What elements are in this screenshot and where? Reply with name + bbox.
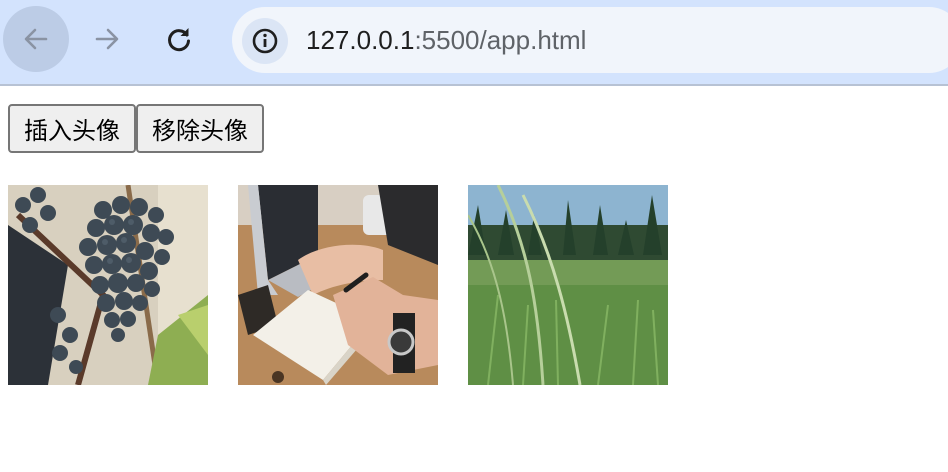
remove-avatar-button[interactable]: 移除头像 [136, 104, 264, 153]
forward-button[interactable] [74, 6, 140, 72]
reload-button[interactable] [146, 6, 212, 72]
reload-icon [168, 28, 190, 52]
arrow-right-icon [95, 28, 119, 50]
url-path: :5500/app.html [414, 25, 587, 55]
site-info-button[interactable] [242, 18, 288, 64]
info-icon [252, 28, 278, 54]
insert-avatar-button[interactable]: 插入头像 [8, 104, 136, 153]
grass-field-photo [468, 185, 668, 385]
address-bar[interactable]: 127.0.0.1:5500/app.html [232, 7, 948, 73]
arrow-left-icon [24, 28, 48, 50]
person-writing-notebook-photo [238, 185, 438, 385]
url-text[interactable]: 127.0.0.1:5500/app.html [306, 7, 586, 73]
grapes-photo [8, 185, 208, 385]
browser-toolbar: 127.0.0.1:5500/app.html [0, 0, 948, 86]
url-host: 127.0.0.1 [306, 25, 415, 55]
avatar-gallery [8, 185, 668, 385]
button-row: 插入头像 移除头像 [8, 104, 264, 153]
back-button[interactable] [3, 6, 69, 72]
